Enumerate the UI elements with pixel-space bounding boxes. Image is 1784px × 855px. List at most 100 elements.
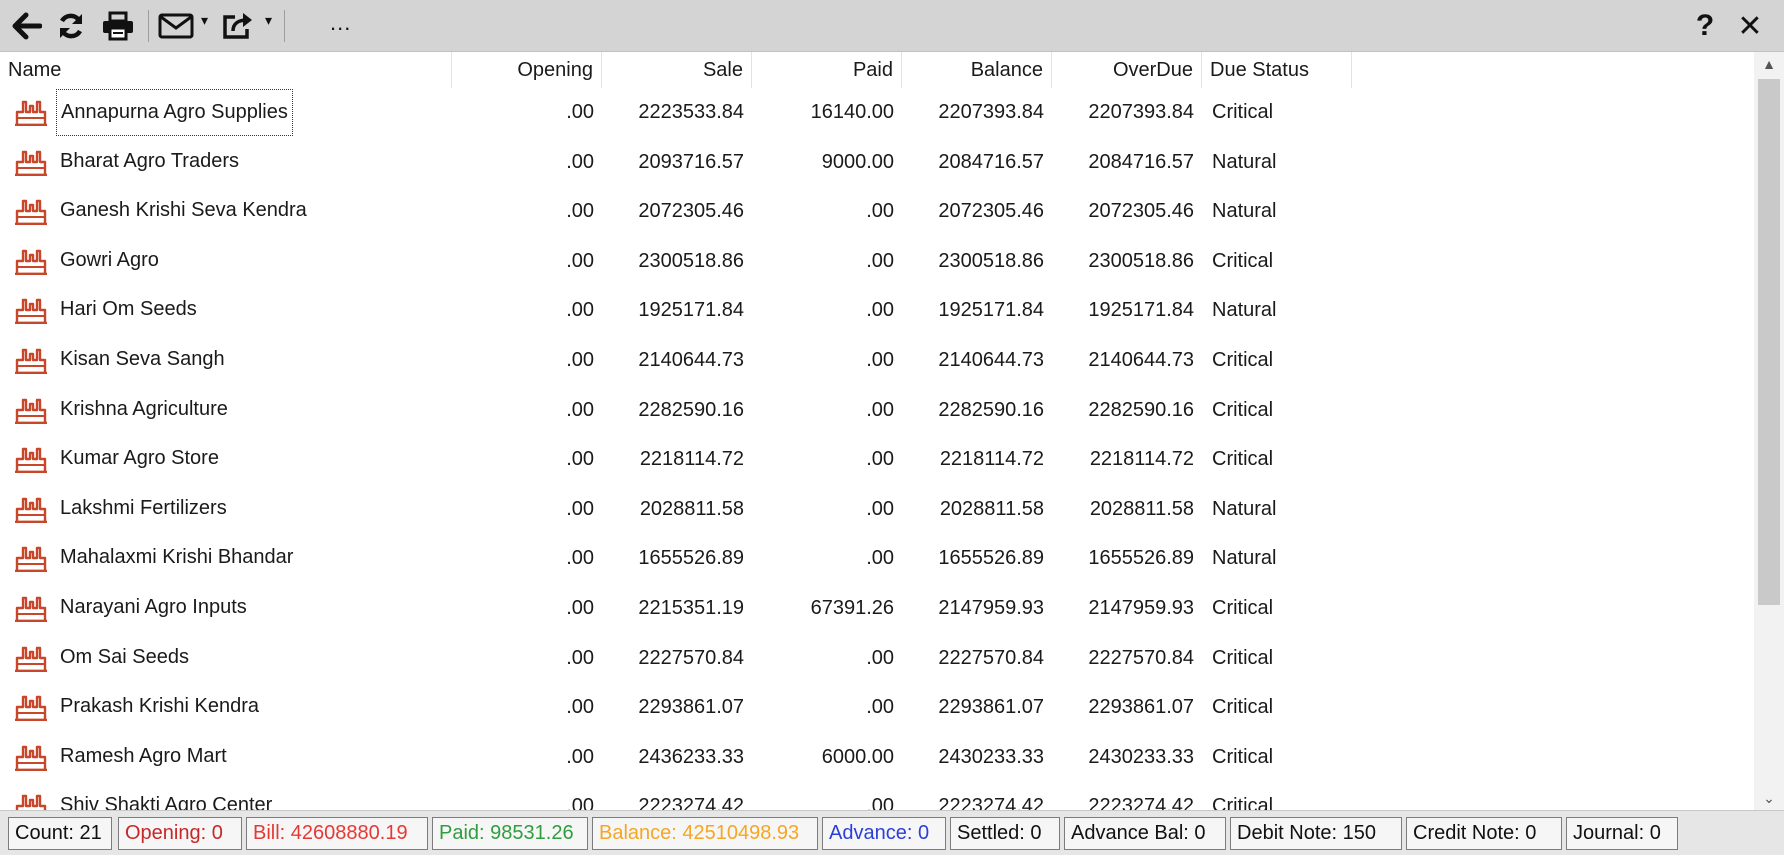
factory-icon xyxy=(15,249,47,275)
factory-icon xyxy=(15,497,47,523)
factory-icon xyxy=(15,348,47,374)
row-opening-cell: .00 xyxy=(566,795,594,810)
row-name-cell[interactable]: Kisan Seva Sangh xyxy=(56,337,229,384)
row-name-cell[interactable]: Prakash Krishi Kendra xyxy=(56,684,263,731)
factory-icon xyxy=(15,398,47,424)
row-name-cell[interactable]: Narayani Agro Inputs xyxy=(56,585,251,632)
row-opening-cell: .00 xyxy=(566,497,594,520)
column-header-sale[interactable]: Sale xyxy=(602,52,752,88)
status-credit-note: Credit Note: 0 xyxy=(1406,817,1562,850)
row-name-cell[interactable]: Mahalaxmi Krishi Bhandar xyxy=(56,535,297,582)
email-button[interactable] xyxy=(156,6,196,46)
table-row[interactable]: Gowri Agro .00 2300518.86 .00 2300518.86 2300… xyxy=(0,237,1754,287)
row-name-cell[interactable]: Bharat Agro Traders xyxy=(56,139,243,186)
row-paid-cell: 16140.00 xyxy=(810,101,894,123)
factory-icon xyxy=(15,100,47,126)
row-opening-cell: .00 xyxy=(566,696,594,719)
table-row[interactable]: Prakash Krishi Kendra .00 2293861.07 .00 229… xyxy=(0,683,1754,733)
row-name-cell[interactable]: Krishna Agriculture xyxy=(56,387,232,434)
table-row[interactable]: Hari Om Seeds .00 1925171.84 .00 1925171.84 1… xyxy=(0,286,1754,336)
row-name-cell[interactable]: Ramesh Agro Mart xyxy=(56,734,231,781)
export-dropdown-chevron-icon[interactable]: ▾ xyxy=(265,12,272,29)
row-name-cell[interactable]: Gowri Agro xyxy=(56,238,163,285)
column-header-opening[interactable]: Opening xyxy=(452,52,602,88)
row-sale-cell: 2436233.33 xyxy=(638,745,744,768)
column-header-overdue[interactable]: OverDue xyxy=(1052,52,1202,88)
row-paid-cell: .00 xyxy=(866,497,894,520)
status-advance: Advance: 0 xyxy=(822,817,946,850)
factory-icon xyxy=(15,199,47,226)
table-row[interactable]: Kumar Agro Store .00 2218114.72 .00 2218114.… xyxy=(0,435,1754,485)
row-overdue-cell: 2207393.84 xyxy=(1088,101,1194,123)
row-overdue-cell: 2084716.57 xyxy=(1088,150,1194,173)
row-opening-cell: .00 xyxy=(566,349,594,371)
row-name-cell[interactable]: Annapurna Agro Supplies xyxy=(56,89,293,136)
table-row[interactable]: Lakshmi Fertilizers .00 2028811.58 .00 20288… xyxy=(0,485,1754,535)
table-row[interactable]: Om Sai Seeds .00 2227570.84 .00 2227570.84 22… xyxy=(0,634,1754,684)
row-name-cell[interactable]: Shiv Shakti Agro Center xyxy=(56,783,276,810)
table-row[interactable]: Annapurna Agro Supplies .00 2223533.84 1614… xyxy=(0,88,1754,138)
scroll-down-button[interactable]: ⌄ xyxy=(1754,786,1784,810)
row-opening-cell: .00 xyxy=(566,299,594,322)
table-row[interactable]: Shiv Shakti Agro Center .00 2223274.42 .00 2… xyxy=(0,782,1754,810)
row-overdue-cell: 2282590.16 xyxy=(1088,398,1194,421)
row-balance-cell: 2028811.58 xyxy=(939,497,1044,520)
column-header-balance[interactable]: Balance xyxy=(902,52,1052,88)
row-name-cell[interactable]: Lakshmi Fertilizers xyxy=(56,486,231,533)
table-row[interactable]: Bharat Agro Traders .00 2093716.57 9000.00 2… xyxy=(0,138,1754,188)
status-bill: Bill: 42608880.19 xyxy=(246,817,428,850)
column-header-name[interactable]: Name xyxy=(0,52,452,88)
refresh-button[interactable] xyxy=(52,6,90,46)
row-overdue-cell: 2293861.07 xyxy=(1088,696,1194,719)
arrow-left-icon xyxy=(12,12,42,40)
table-row[interactable]: Narayani Agro Inputs .00 2215351.19 67391.2… xyxy=(0,584,1754,634)
more-button[interactable]: ... xyxy=(330,10,351,36)
vertical-scrollbar[interactable]: ▲ ⌄ xyxy=(1754,52,1784,810)
row-status-cell: Natural xyxy=(1212,200,1277,223)
status-paid: Paid: 98531.26 xyxy=(432,817,588,850)
row-sale-cell: 2215351.19 xyxy=(638,597,744,619)
row-balance-cell: 2282590.16 xyxy=(938,398,1044,421)
row-overdue-cell: 2218114.72 xyxy=(1089,448,1194,471)
row-overdue-cell: 2147959.93 xyxy=(1088,597,1194,619)
table-row[interactable]: Ganesh Krishi Seva Kendra .00 2072305.46 .0… xyxy=(0,187,1754,237)
row-overdue-cell: 1925171.84 xyxy=(1088,299,1194,322)
scroll-up-button[interactable]: ▲ xyxy=(1754,52,1784,76)
row-sale-cell: 2227570.84 xyxy=(638,646,744,669)
factory-icon xyxy=(15,547,47,573)
factory-icon xyxy=(15,299,47,325)
column-header-paid[interactable]: Paid xyxy=(752,52,902,88)
row-name-cell[interactable]: Om Sai Seeds xyxy=(56,635,193,682)
row-balance-cell: 2227570.84 xyxy=(938,646,1044,669)
row-balance-cell: 2218114.72 xyxy=(939,448,1044,471)
table-row[interactable]: Kisan Seva Sangh .00 2140644.73 .00 2140644.… xyxy=(0,336,1754,386)
data-grid: Annapurna Agro Supplies .00 2223533.84 1614… xyxy=(0,88,1754,810)
share-icon xyxy=(223,13,252,39)
email-dropdown-chevron-icon[interactable]: ▾ xyxy=(201,12,208,29)
row-name-cell[interactable]: Ganesh Krishi Seva Kendra xyxy=(56,188,311,235)
row-opening-cell: .00 xyxy=(566,547,594,570)
row-sale-cell: 1925171.84 xyxy=(638,299,744,322)
back-button[interactable] xyxy=(8,6,46,46)
help-button[interactable]: ? xyxy=(1688,6,1722,46)
table-row[interactable]: Ramesh Agro Mart .00 2436233.33 6000.00 2430… xyxy=(0,733,1754,783)
row-overdue-cell: 2227570.84 xyxy=(1088,646,1194,669)
row-paid-cell: 6000.00 xyxy=(821,745,894,768)
row-name-cell[interactable]: Kumar Agro Store xyxy=(56,436,223,483)
table-row[interactable]: Mahalaxmi Krishi Bhandar .00 1655526.89 .00… xyxy=(0,534,1754,584)
row-paid-cell: .00 xyxy=(866,696,894,719)
row-name-cell[interactable]: Hari Om Seeds xyxy=(56,287,201,334)
scrollbar-thumb[interactable] xyxy=(1758,79,1780,605)
status-opening: Opening: 0 xyxy=(118,817,242,850)
row-status-cell: Critical xyxy=(1212,101,1274,123)
export-button[interactable] xyxy=(218,6,258,46)
table-row[interactable]: Krishna Agriculture .00 2282590.16 .00 22825… xyxy=(0,386,1754,436)
row-status-cell: Critical xyxy=(1212,249,1274,272)
print-button[interactable] xyxy=(98,6,138,46)
status-settled: Settled: 0 xyxy=(950,817,1060,850)
column-header-due-status[interactable]: Due Status xyxy=(1202,52,1352,88)
row-overdue-cell: 2430233.33 xyxy=(1088,745,1194,768)
status-balance: Balance: 42510498.93 xyxy=(592,817,818,850)
close-button[interactable]: ✕ xyxy=(1730,6,1770,46)
row-paid-cell: .00 xyxy=(866,795,894,810)
